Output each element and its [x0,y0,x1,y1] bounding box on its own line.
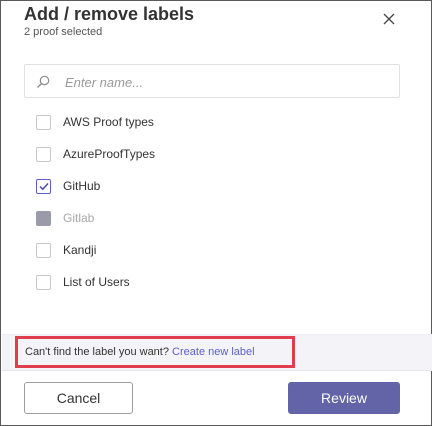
label-item-kandji[interactable]: Kandji [36,239,336,261]
footer-divider [2,370,432,371]
checkbox[interactable] [36,242,51,258]
label-item-text: Gitlab [63,211,95,225]
label-item-aws-proof-types[interactable]: AWS Proof types [36,111,336,133]
label-item-text: AzureProofTypes [63,147,156,161]
add-remove-labels-dialog: Add / remove labels 2 proof selected AWS… [0,0,432,426]
checkbox-indeterminate[interactable] [36,210,51,226]
label-item-text: Kandji [63,243,97,257]
label-item-text: GitHub [63,179,101,193]
dialog-subtitle: 2 proof selected [24,26,103,38]
close-icon [383,13,395,25]
search-input[interactable] [65,72,385,92]
checkbox[interactable] [36,146,51,162]
label-item-text: AWS Proof types [63,115,154,129]
label-item-list-of-users[interactable]: List of Users [36,271,336,293]
checkbox[interactable] [36,274,51,290]
label-item-github[interactable]: GitHub [36,175,336,197]
checkbox-checked[interactable] [36,178,51,194]
review-button[interactable]: Review [288,382,400,414]
checkmark-icon [38,182,49,190]
label-item-text: List of Users [63,275,130,289]
cancel-button[interactable]: Cancel [24,382,133,414]
dialog-title: Add / remove labels [24,4,195,24]
close-button[interactable] [379,9,399,29]
highlight-annotation [15,336,295,368]
search-icon [37,75,50,88]
dialog-header: Add / remove labels 2 proof selected [1,1,431,51]
search-box[interactable] [24,64,400,98]
label-item-gitlab[interactable]: Gitlab [36,207,336,229]
checkbox[interactable] [36,114,51,130]
label-item-azureprooftypes[interactable]: AzureProofTypes [36,143,336,165]
